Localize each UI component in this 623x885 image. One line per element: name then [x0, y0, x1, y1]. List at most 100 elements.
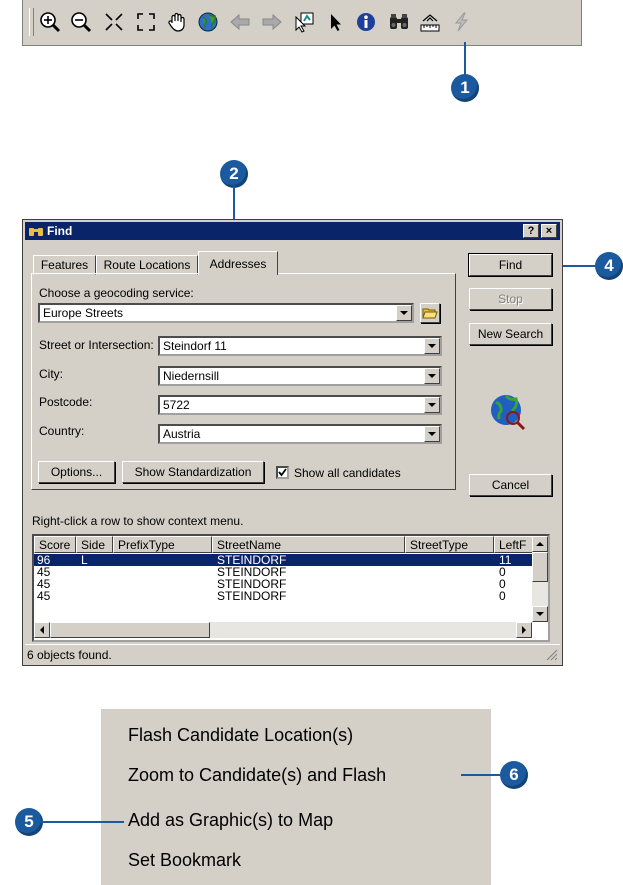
show-all-candidates-label: Show all candidates: [294, 466, 401, 480]
context-hint: Right-click a row to show context menu.: [32, 514, 244, 528]
find-binoculars-icon: [390, 14, 408, 29]
scroll-up-button[interactable]: [532, 536, 548, 552]
checkmark-icon: [278, 468, 287, 477]
status-bar: 6 objects found.: [25, 644, 560, 663]
find-binoculars-icon: [29, 228, 43, 236]
menu-item-set-bookmark[interactable]: Set Bookmark: [128, 850, 241, 871]
identify-button[interactable]: [353, 8, 379, 36]
cancel-button[interactable]: Cancel: [469, 474, 552, 496]
callout-2: 2: [220, 160, 248, 188]
column-header[interactable]: PrefixType: [113, 536, 212, 553]
tab-route-locations[interactable]: Route Locations: [96, 255, 198, 275]
menu-item-flash-candidate[interactable]: Flash Candidate Location(s): [128, 725, 353, 746]
chevron-right-icon: [521, 626, 526, 634]
callout-6: 6: [500, 761, 528, 789]
geocoding-service-select[interactable]: Europe Streets: [38, 303, 414, 323]
chevron-left-icon: [39, 626, 44, 634]
menu-item-zoom-to-candidate[interactable]: Zoom to Candidate(s) and Flash: [128, 765, 386, 786]
scroll-right-button[interactable]: [516, 622, 532, 638]
addresses-panel: Choose a geocoding service: Europe Stree…: [31, 273, 456, 490]
resize-grip-icon[interactable]: [545, 648, 558, 661]
chevron-up-icon: [536, 541, 544, 546]
fixed-zoom-in-icon: [105, 13, 123, 31]
dialog-titlebar[interactable]: Find ? ×: [25, 222, 560, 240]
close-button[interactable]: ×: [541, 224, 557, 238]
zoom-in-icon: [40, 12, 61, 33]
scroll-thumb[interactable]: [532, 552, 548, 582]
fixed-zoom-in-button[interactable]: [101, 8, 127, 36]
identify-icon: [357, 13, 375, 31]
measure-button[interactable]: [417, 8, 443, 36]
map-toolbar: [22, 0, 582, 46]
select-features-icon: [295, 12, 314, 33]
hyperlink-icon: [454, 12, 469, 32]
find-button-toolbar[interactable]: [386, 8, 412, 36]
context-menu: Flash Candidate Location(s) Zoom to Cand…: [100, 709, 491, 885]
column-header[interactable]: LeftF: [494, 536, 534, 553]
scroll-thumb-horizontal[interactable]: [50, 622, 210, 638]
zoom-out-button[interactable]: [68, 8, 94, 36]
hyperlink-button[interactable]: [448, 8, 474, 36]
fixed-zoom-out-button[interactable]: [133, 8, 159, 36]
tab-addresses[interactable]: Addresses: [198, 251, 278, 275]
city-input[interactable]: Niedernsill: [158, 366, 442, 386]
column-header[interactable]: Score: [34, 536, 76, 553]
fixed-zoom-out-icon: [137, 13, 155, 31]
new-search-button[interactable]: New Search: [469, 323, 552, 345]
scroll-down-button[interactable]: [532, 606, 548, 622]
zoom-out-icon: [71, 12, 92, 33]
show-standardization-button[interactable]: Show Standardization: [122, 461, 264, 483]
chevron-down-icon[interactable]: [424, 338, 440, 354]
callout-5-line: [40, 821, 124, 823]
chevron-down-icon[interactable]: [424, 397, 440, 413]
vertical-scrollbar[interactable]: [532, 536, 548, 622]
help-button[interactable]: ?: [523, 224, 539, 238]
service-label: Choose a geocoding service:: [39, 286, 194, 300]
postcode-label: Postcode:: [39, 395, 93, 409]
chevron-down-icon: [536, 611, 544, 616]
pan-button[interactable]: [164, 8, 190, 36]
full-extent-button[interactable]: [195, 8, 221, 36]
forward-extent-button[interactable]: [259, 8, 285, 36]
chevron-down-icon[interactable]: [424, 426, 440, 442]
column-header[interactable]: Side: [76, 536, 113, 553]
postcode-input[interactable]: 5722: [158, 395, 442, 415]
column-header[interactable]: StreetName: [212, 536, 405, 553]
street-input[interactable]: Steindorf 11: [158, 336, 442, 356]
tab-features[interactable]: Features: [33, 255, 96, 275]
candidates-table[interactable]: Score Side PrefixType StreetName StreetT…: [32, 534, 550, 642]
horizontal-scrollbar[interactable]: [34, 622, 532, 638]
city-label: City:: [39, 367, 63, 381]
globe-search-icon: [491, 394, 526, 431]
find-dialog: Find ? × Features Route Locations Addres…: [22, 219, 563, 666]
select-features-button[interactable]: [291, 8, 317, 36]
zoom-in-button[interactable]: [37, 8, 63, 36]
callout-4: 4: [595, 252, 623, 280]
menu-item-add-as-graphic[interactable]: Add as Graphic(s) to Map: [128, 810, 333, 831]
select-elements-icon: [331, 14, 341, 31]
callout-5: 5: [15, 808, 43, 836]
stop-button[interactable]: Stop: [469, 288, 552, 310]
back-extent-button[interactable]: [227, 8, 253, 36]
dialog-title: Find: [47, 224, 73, 238]
service-value: Europe Streets: [43, 306, 124, 320]
table-row[interactable]: 45 STEINDORF 0: [34, 590, 532, 602]
open-service-button[interactable]: [420, 303, 440, 323]
column-header[interactable]: StreetType: [405, 536, 494, 553]
toolbar-grip[interactable]: [29, 8, 34, 36]
callout-1: 1: [451, 74, 479, 102]
select-elements-button[interactable]: [323, 8, 349, 36]
options-button[interactable]: Options...: [38, 461, 115, 483]
full-extent-globe-icon: [198, 12, 218, 32]
street-label: Street or Intersection:: [39, 338, 154, 352]
country-label: Country:: [39, 424, 85, 438]
chevron-down-icon[interactable]: [396, 305, 412, 321]
measure-icon: [420, 14, 440, 32]
find-button[interactable]: Find: [468, 253, 553, 277]
country-input[interactable]: Austria: [158, 424, 442, 444]
chevron-down-icon[interactable]: [424, 368, 440, 384]
status-text: 6 objects found.: [27, 648, 112, 662]
show-all-candidates-checkbox[interactable]: [276, 466, 289, 479]
back-arrow-icon: [230, 13, 250, 31]
scroll-left-button[interactable]: [34, 622, 50, 638]
